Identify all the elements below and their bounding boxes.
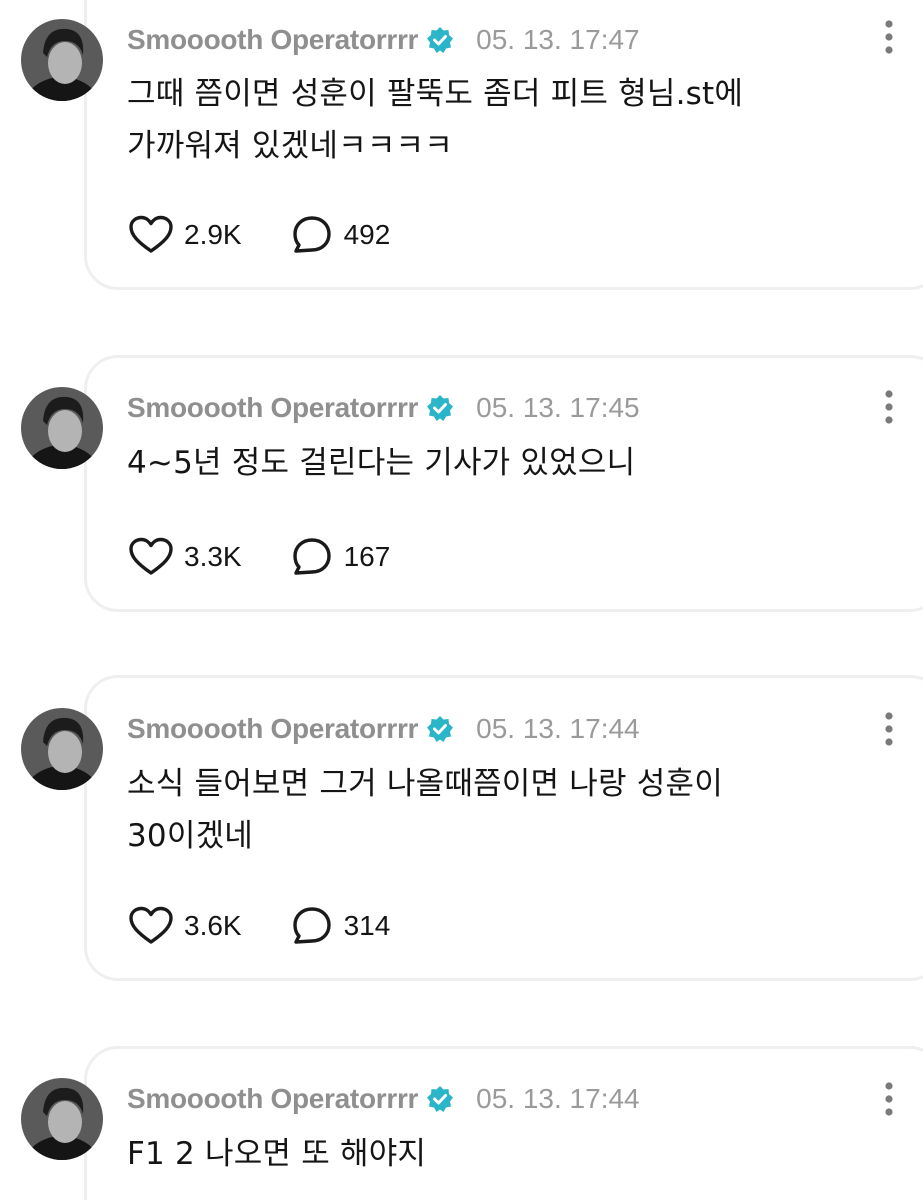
more-options-icon[interactable] [878,388,900,426]
verified-badge-icon [426,26,454,54]
like-button[interactable]: 3.3K [128,537,242,577]
post-text-line: 가까워져 있겠네ㅋㅋㅋㅋ [127,128,453,164]
like-count: 3.3K [184,541,242,572]
post-actions: 3.3K 167 [128,535,390,579]
username[interactable]: Smooooth Operatorrrr [127,24,418,56]
avatar[interactable] [21,708,103,790]
username[interactable]: Smooooth Operatorrrr [127,392,418,424]
avatar[interactable] [21,1078,103,1160]
reply-count: 167 [343,541,391,572]
reply-count: 314 [343,910,391,941]
avatar[interactable] [21,19,103,101]
post-text: F1 2 나오면 또 해야지 [127,1128,887,1180]
avatar[interactable] [21,387,103,469]
verified-badge-icon [426,1085,454,1113]
like-button[interactable]: 2.9K [128,215,242,255]
post-text: 4~5년 정도 걸린다는 기사가 있었으니 [127,437,887,489]
timestamp: 05. 13. 17:45 [476,392,640,423]
heart-icon [129,537,173,575]
heart-icon [129,215,173,253]
like-count: 3.6K [184,910,242,941]
more-options-icon[interactable] [878,1080,900,1118]
post-text: 소식 들어보면 그거 나올때쯤이면 나랑 성훈이 30이겠네 [127,758,887,862]
speech-bubble-icon [292,538,331,575]
username[interactable]: Smooooth Operatorrrr [127,1083,418,1115]
verified-badge-icon [426,715,454,743]
more-options-icon[interactable] [878,18,900,56]
timestamp: 05. 13. 17:44 [476,713,640,744]
reply-count: 492 [343,219,391,250]
reply-button[interactable]: 492 [290,214,391,256]
heart-icon [129,906,173,944]
speech-bubble-icon [292,907,331,944]
post-text-line: F1 2 나오면 또 해야지 [127,1136,427,1172]
speech-bubble-icon [292,216,331,253]
post-actions: 3.6K 314 [128,904,390,948]
timestamp: 05. 13. 17:47 [476,24,640,55]
post-text-line: 그때 쯤이면 성훈이 팔뚝도 좀더 피트 형님.st에 [127,76,744,112]
username[interactable]: Smooooth Operatorrrr [127,713,418,745]
reply-button[interactable]: 314 [290,905,391,947]
timestamp: 05. 13. 17:44 [476,1083,640,1114]
post-text-line: 4~5년 정도 걸린다는 기사가 있었으니 [127,445,636,481]
more-options-icon[interactable] [878,710,900,748]
post-text: 그때 쯤이면 성훈이 팔뚝도 좀더 피트 형님.st에 가까워져 있겠네ㅋㅋㅋㅋ [127,68,887,172]
post-text-line: 소식 들어보면 그거 나올때쯤이면 나랑 성훈이 [127,766,723,802]
post-text-line: 30이겠네 [127,818,254,854]
post-actions: 2.9K 492 [128,213,390,257]
like-count: 2.9K [184,219,242,250]
verified-badge-icon [426,394,454,422]
reply-button[interactable]: 167 [290,536,391,578]
like-button[interactable]: 3.6K [128,906,242,946]
